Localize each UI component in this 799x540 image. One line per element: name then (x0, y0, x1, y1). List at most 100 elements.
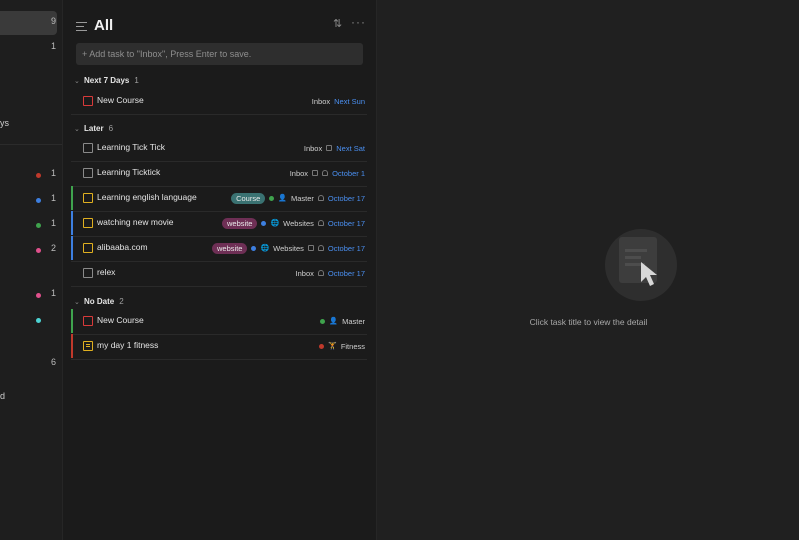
sidebar-item-tag[interactable]: 1 (0, 283, 62, 307)
task-checkbox[interactable] (83, 243, 93, 253)
sidebar-item-count: 1 (50, 41, 56, 51)
section-count: 6 (108, 124, 114, 133)
task-list-name: Fitness (340, 341, 365, 351)
task-checkbox[interactable] (83, 316, 93, 326)
section-name: No Date (84, 297, 115, 306)
sidebar-item-label: ys (0, 118, 9, 128)
add-task-input[interactable] (82, 43, 352, 65)
sidebar-item-count: 1 (50, 193, 56, 203)
task-checkbox[interactable] (83, 193, 93, 203)
task-list-name: Master (290, 193, 314, 203)
sidebar-item-count: 1 (50, 218, 56, 228)
sidebar-item-list[interactable]: 1 (0, 188, 62, 212)
task-title[interactable]: alibaaba.com (97, 242, 148, 252)
sidebar-item-count: 6 (50, 357, 56, 367)
task-title[interactable]: Learning Ticktick (97, 167, 160, 177)
task-meta: website 🌐 Websites October 17 (212, 242, 365, 254)
task-row[interactable]: New Course Inbox Next Sun (71, 89, 367, 115)
sidebar-item-count: 1 (50, 168, 56, 178)
task-title[interactable]: Learning Tick Tick (97, 142, 165, 152)
task-list-name: Websites (283, 218, 314, 228)
task-row[interactable]: alibaaba.com website 🌐 Websites October … (71, 236, 367, 262)
tag-badge[interactable]: website (212, 242, 248, 254)
task-title[interactable]: New Course (97, 315, 144, 325)
task-checkbox[interactable] (83, 96, 93, 106)
task-title[interactable]: watching new movie (97, 217, 174, 227)
globe-icon: 🌐 (260, 245, 270, 252)
cursor-click-icon (605, 229, 677, 301)
task-meta: Inbox October 17 (296, 267, 365, 279)
task-title[interactable]: relex (97, 267, 115, 277)
tag-color-dot (36, 318, 41, 323)
list-color-dot (319, 343, 325, 349)
list-color-dot (36, 173, 41, 178)
task-title[interactable]: my day 1 fitness (97, 340, 158, 350)
sidebar-item-list[interactable]: 1 (0, 213, 62, 237)
task-due-date: October 17 (327, 268, 365, 278)
sidebar-item-today[interactable]: 1 (0, 36, 62, 60)
sidebar-item-filter[interactable]: 6 (0, 352, 62, 376)
task-checkbox[interactable] (83, 218, 93, 228)
sidebar: 9 1 ys 1 1 1 2 1 6 d (0, 0, 63, 540)
repeat-icon (317, 245, 324, 251)
task-row[interactable]: Learning english language Course 👤 Maste… (71, 186, 367, 212)
section-count: 2 (119, 297, 124, 306)
sort-icon[interactable]: ⇅ (333, 17, 342, 30)
sidebar-item-label: d (0, 391, 6, 401)
detail-panel: Click task title to view the detail (376, 0, 799, 540)
list-color-dot (269, 195, 275, 201)
task-list-name: Inbox (289, 168, 309, 178)
tag-badge[interactable]: website (222, 217, 258, 229)
task-checkbox[interactable] (83, 168, 93, 178)
sidebar-item-completed[interactable]: d (0, 386, 62, 410)
task-row[interactable]: watching new movie website 🌐 Websites Oc… (71, 211, 367, 237)
add-task-box[interactable] (76, 43, 363, 65)
task-list-name: Websites (273, 243, 304, 253)
note-checkbox-icon[interactable] (83, 341, 93, 351)
list-color-dot (36, 248, 41, 253)
task-row[interactable]: Learning Tick Tick Inbox Next Sat (71, 136, 367, 162)
list-color-bar (71, 211, 73, 235)
sidebar-item-next-7-days[interactable]: ys (0, 113, 62, 137)
task-row[interactable]: New Course 👤 Master (71, 309, 367, 335)
section-name: Later (84, 124, 104, 133)
person-icon: 👤 (278, 195, 287, 202)
menu-icon[interactable] (76, 21, 87, 31)
task-title[interactable]: Learning english language (97, 192, 197, 202)
section-header-next-7-days[interactable]: ⌄ Next 7 Days 1 (74, 76, 139, 90)
page-title: All (94, 17, 114, 34)
dumbbell-icon: 🏋 (328, 343, 337, 350)
task-row[interactable]: relex Inbox October 17 (71, 261, 367, 287)
task-due-date: October 17 (327, 218, 365, 228)
list-color-dot (320, 318, 326, 324)
task-meta: Inbox October 1 (290, 167, 365, 179)
sidebar-item-list[interactable]: 2 (0, 238, 62, 262)
sidebar-item-tag[interactable] (0, 308, 62, 332)
sidebar-item-all[interactable]: 9 (0, 11, 57, 35)
list-color-dot (36, 198, 41, 203)
task-list-name: Inbox (295, 268, 314, 278)
sidebar-item-list[interactable]: 1 (0, 163, 62, 187)
globe-icon: 🌐 (270, 220, 280, 227)
list-color-bar (71, 334, 73, 358)
task-checkbox[interactable] (83, 143, 93, 153)
task-row[interactable]: Learning Ticktick Inbox October 1 (71, 161, 367, 187)
list-header: All ⇅ ··· (63, 12, 375, 40)
tag-badge[interactable]: Course (231, 192, 266, 204)
task-meta: Inbox Next Sat (304, 142, 365, 154)
list-color-dot (261, 220, 267, 226)
list-color-dot (251, 245, 257, 251)
repeat-icon (317, 220, 324, 226)
more-icon[interactable]: ··· (351, 15, 366, 29)
task-list-panel: All ⇅ ··· ⌄ Next 7 Days 1 New Course Inbox… (63, 0, 375, 540)
task-due-date: Next Sun (334, 96, 365, 106)
task-checkbox[interactable] (83, 268, 93, 278)
task-title[interactable]: New Course (97, 95, 144, 105)
section-count: 1 (134, 76, 139, 85)
subtask-icon (312, 170, 319, 176)
sidebar-item-count: 9 (50, 16, 56, 26)
task-row[interactable]: my day 1 fitness 🏋 Fitness (71, 334, 367, 360)
task-due-date: October 17 (327, 243, 365, 253)
task-due-date: Next Sat (336, 143, 365, 153)
task-list-name: Inbox (303, 143, 323, 153)
